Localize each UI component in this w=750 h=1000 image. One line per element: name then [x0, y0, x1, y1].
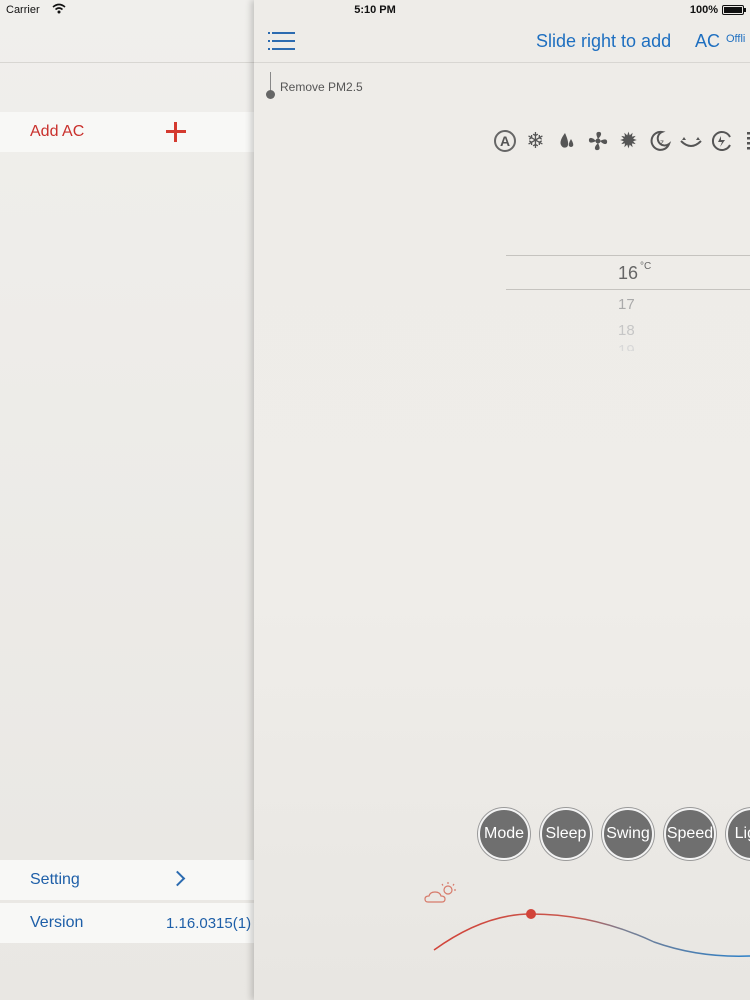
temperature-curve: [433, 909, 750, 957]
pm25-label: Remove PM2.5: [280, 80, 363, 94]
temp-option[interactable]: 17: [618, 296, 635, 313]
version-value: 1.16.0315(1): [166, 914, 252, 932]
turbo-icon[interactable]: [706, 126, 737, 156]
eco-icon[interactable]: [675, 126, 706, 156]
current-temperature[interactable]: 16: [618, 263, 638, 284]
sleep-button[interactable]: Sleep: [540, 808, 592, 860]
control-button-row: Mode Sleep Swing Speed Light: [478, 808, 750, 860]
nav-divider: [254, 62, 750, 63]
cool-snowflake-icon[interactable]: ❄: [520, 126, 551, 156]
dry-droplet-icon[interactable]: [551, 126, 582, 156]
temp-picker-top-line: [506, 255, 750, 256]
hamburger-menu-icon[interactable]: [268, 30, 296, 52]
ac-name-label[interactable]: AC: [695, 31, 720, 52]
temp-option[interactable]: 19: [618, 343, 635, 351]
add-ac-button[interactable]: Add AC: [0, 112, 254, 152]
mode-icon-row: A ❄ ✹ z: [490, 126, 750, 156]
temperature-unit: °C: [640, 261, 652, 272]
chevron-right-icon: [169, 870, 186, 887]
side-menu: Add AC Setting Version 1.16.0315(1): [0, 0, 254, 1000]
light-button[interactable]: Light: [726, 808, 750, 860]
status-bar: Carrier 5:10 PM 100%: [0, 0, 750, 22]
speed-button[interactable]: Speed: [664, 808, 716, 860]
curve-marker: [526, 909, 536, 919]
plus-icon: [166, 122, 186, 142]
fan-icon[interactable]: [582, 126, 613, 156]
temp-option[interactable]: 18: [618, 322, 635, 339]
mode-button[interactable]: Mode: [478, 808, 530, 860]
auto-mode-icon[interactable]: A: [494, 130, 516, 152]
version-label: Version: [30, 914, 84, 931]
nav-title: Slide right to add: [536, 31, 672, 51]
menu-divider: [0, 62, 254, 63]
ac-control-panel: Slide right to add AC Offli Remove PM2.5…: [254, 0, 750, 1000]
battery-status: 100%: [689, 4, 746, 16]
setting-row[interactable]: Setting: [0, 860, 254, 900]
clock: 5:10 PM: [354, 4, 396, 16]
ac-status-label: Offli: [726, 33, 746, 45]
battery-icon: [722, 5, 746, 15]
temp-picker-bottom-line: [506, 289, 750, 290]
sleep-moon-icon[interactable]: z: [644, 126, 675, 156]
svg-text:z: z: [660, 138, 664, 147]
heat-sun-icon[interactable]: ✹: [613, 126, 644, 156]
swing-button[interactable]: Swing: [602, 808, 654, 860]
version-row: Version 1.16.0315(1): [0, 903, 254, 943]
battery-percent: 100%: [689, 4, 718, 16]
add-ac-label: Add AC: [30, 123, 85, 140]
setting-label: Setting: [30, 871, 80, 888]
pm-toggle-knob[interactable]: [266, 90, 275, 99]
display-bars-icon[interactable]: [737, 126, 750, 156]
